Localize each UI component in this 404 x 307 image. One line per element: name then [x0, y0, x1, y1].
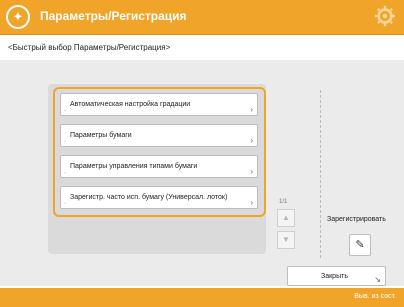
- chevron-right-icon: ›: [250, 105, 253, 114]
- item-marker-icon: ·: [64, 108, 66, 114]
- home-icon[interactable]: ✦: [6, 5, 30, 29]
- breadcrumb-text: <Быстрый выбор Параметры/Регистрация>: [8, 43, 171, 52]
- title-bar: ✦ Параметры/Регистрация: [0, 0, 404, 35]
- menu-item-label: Параметры бумаги: [70, 132, 132, 139]
- chevron-right-icon: ›: [250, 198, 253, 207]
- menu-item-auto-gradation[interactable]: · Автоматическая настройка градации ›: [60, 93, 258, 116]
- menu-item-register-frequent-paper[interactable]: · Зарегистр. часто исп. бумагу (Универса…: [60, 186, 258, 209]
- corner-arrow-icon: ↘: [374, 275, 381, 284]
- menu-item-label: Параметры управления типами бумаги: [70, 163, 198, 170]
- status-text[interactable]: Выв. из сост.: [354, 293, 396, 300]
- menu-item-label: Зарегистр. часто исп. бумагу (Универсал.…: [70, 194, 228, 201]
- chevron-right-icon: ›: [250, 136, 253, 145]
- item-marker-icon: ·: [64, 139, 66, 145]
- register-label: Зарегистрировать: [327, 216, 386, 223]
- item-marker-icon: ·: [64, 201, 66, 207]
- register-button[interactable]: ✎: [349, 234, 371, 256]
- breadcrumb: <Быстрый выбор Параметры/Регистрация>: [0, 35, 404, 59]
- gear-icon[interactable]: [374, 5, 396, 27]
- status-bar: Выв. из сост.: [0, 288, 404, 307]
- scroll-down-button[interactable]: ▼: [277, 231, 295, 249]
- app-title: Параметры/Регистрация: [40, 9, 187, 23]
- chevron-right-icon: ›: [250, 167, 253, 176]
- page-indicator: 1/1: [279, 199, 288, 205]
- divider: [320, 90, 321, 258]
- close-button[interactable]: Закрыть ↘: [287, 266, 386, 286]
- pencil-icon: ✎: [355, 239, 365, 251]
- close-button-label: Закрыть: [321, 273, 348, 280]
- menu-item-label: Автоматическая настройка градации: [70, 101, 191, 108]
- item-marker-icon: ·: [64, 170, 66, 176]
- menu-item-paper-settings[interactable]: · Параметры бумаги ›: [60, 124, 258, 147]
- scroll-up-button[interactable]: ▲: [277, 209, 295, 227]
- menu-item-paper-type-management[interactable]: · Параметры управления типами бумаги ›: [60, 155, 258, 178]
